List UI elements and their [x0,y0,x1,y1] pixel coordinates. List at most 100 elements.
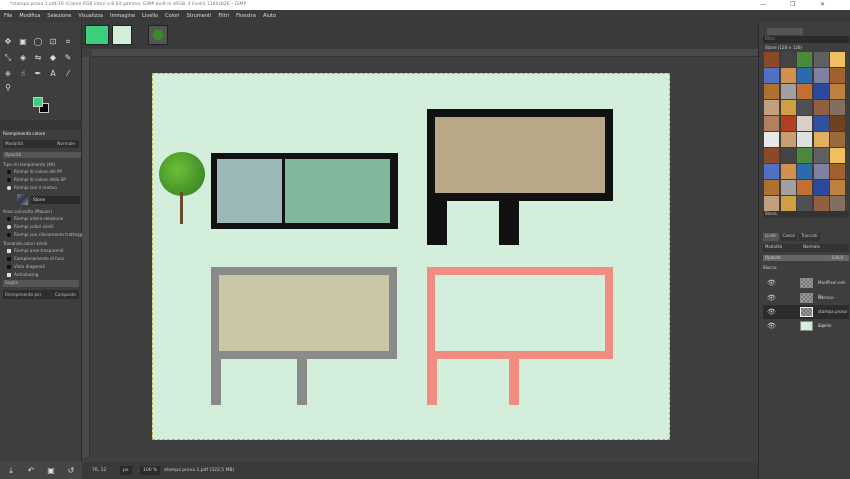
delete-icon[interactable]: ▣ [46,466,56,476]
pattern-swatch[interactable] [813,180,829,195]
pattern-swatch[interactable] [797,180,812,195]
pattern-swatch[interactable] [830,116,845,131]
pattern-swatch[interactable] [813,84,829,99]
pattern-swatch[interactable] [780,148,796,163]
image-canvas[interactable] [152,73,670,440]
text-tool-icon[interactable]: A [48,69,58,79]
rect-select-icon[interactable]: ▣ [18,37,28,47]
fill-transparent-checkbox[interactable]: Riempi aree trasparenti [7,248,64,253]
brush-tabs[interactable] [767,28,803,35]
menu-selezione[interactable]: Selezione [47,10,71,22]
antialiasing-checkbox[interactable]: Antialiasing [7,272,38,277]
pattern-swatch[interactable] [780,68,796,83]
pattern-swatch[interactable] [813,132,829,147]
layer-mode-select[interactable]: Modalità Normale [763,244,849,252]
pattern-swatch[interactable] [830,52,845,67]
tab-livelli[interactable]: Livelli [763,233,779,241]
move-tool-icon[interactable]: ✥ [3,37,13,47]
reset-icon[interactable]: ↺ [66,466,76,476]
restore-icon[interactable]: ↶ [26,466,36,476]
smudge-icon[interactable]: ☝ [18,69,28,79]
crop-icon[interactable]: ⌗ [63,37,73,47]
fill-by-select[interactable]: Riempimento per Composto [3,290,79,299]
layer-item[interactable]: 👁woman-1272061 [763,291,849,314]
lasso-icon[interactable]: ◯ [33,37,43,47]
pattern-swatch[interactable] [830,100,845,115]
zoom-select[interactable]: 100 % [140,466,161,475]
layer-item-selected[interactable]: 👁 stampa prova 1.p [763,305,849,328]
pattern-swatch[interactable] [780,100,796,115]
image-tab-2[interactable] [112,25,132,45]
pattern-swatch[interactable] [780,196,796,211]
pattern-swatch[interactable] [764,132,779,147]
pattern-swatch[interactable] [797,132,812,147]
pattern-swatch[interactable] [764,84,779,99]
menu-visualizza[interactable]: Visualizza [78,10,103,22]
transform-icon[interactable]: ⤡ [3,53,13,63]
menu-finestra[interactable]: Finestra [236,10,256,22]
threshold-slider[interactable]: Soglia [3,280,79,287]
menu-immagine[interactable]: Immagine [110,10,135,22]
layer-item[interactable]: 👁 Livello [763,319,849,333]
close-button[interactable]: ✕ [820,0,825,10]
save-preset-icon[interactable]: ⤓ [6,466,16,476]
bucket-fill-icon[interactable]: ◆ [48,53,58,63]
pattern-swatch[interactable] [830,164,845,179]
pattern-swatch[interactable] [797,100,812,115]
paintbrush-icon[interactable]: ✎ [63,53,73,63]
menu-aiuto[interactable]: Aiuto [263,10,276,22]
pattern-swatch[interactable] [830,132,845,147]
pattern-swatch[interactable] [813,68,829,83]
pattern-swatch[interactable] [764,148,779,163]
menu-livello[interactable]: Livello [142,10,158,22]
eye-icon[interactable]: 👁 [767,305,776,319]
pattern-swatch[interactable] [780,132,796,147]
menu-filtri[interactable]: Filtri [218,10,229,22]
pattern-swatch[interactable] [830,84,845,99]
pattern-swatch[interactable] [764,100,779,115]
pattern-swatch[interactable] [764,180,779,195]
foreground-color[interactable] [33,97,43,107]
fill-type-pattern[interactable]: Riempi con il motivo [7,185,57,190]
pattern-swatch[interactable] [797,68,812,83]
pattern-swatch[interactable] [780,116,796,131]
pattern-swatch[interactable] [797,116,812,131]
area-similar[interactable]: Riempi colori simili [7,224,54,229]
pattern-swatch[interactable] [830,180,845,195]
layer-opacity-slider[interactable]: Opacità 100,0 [763,255,849,261]
mode-select[interactable]: Modalità Normale [3,140,79,148]
pattern-swatch[interactable] [813,148,829,163]
pattern-preview[interactable] [17,194,28,205]
menu-modifica[interactable]: Modifica [19,10,40,22]
pattern-name[interactable]: Stone [31,196,80,204]
color-picker-icon[interactable]: ⁄ [63,69,73,79]
fill-type-bg[interactable]: Riempi di colore dello SP [7,177,66,182]
fuzzy-select-icon[interactable]: ⊡ [48,37,58,47]
pattern-swatch[interactable] [780,180,796,195]
ruler-vertical[interactable] [82,57,90,457]
pattern-swatch[interactable] [780,84,796,99]
pattern-swatch[interactable] [797,52,812,67]
pattern-swatch[interactable] [764,196,779,211]
eye-icon[interactable]: 👁 [767,291,776,305]
clone-icon[interactable]: ⎈ [3,69,13,79]
pattern-swatch[interactable] [764,52,779,67]
pattern-swatch[interactable] [797,196,812,211]
tab-tracciati[interactable]: Tracciati [798,233,820,241]
pattern-swatch[interactable] [813,196,829,211]
tab-canali[interactable]: Canali [780,233,797,241]
sample-merged-checkbox[interactable]: Campionamento di fuso [7,256,64,261]
pattern-swatch[interactable] [813,116,829,131]
pattern-filter-input[interactable]: Filtro [763,36,849,43]
layer-item[interactable]: 👁 ModPixel.net-Pn [763,276,849,299]
pattern-swatch[interactable] [797,84,812,99]
pattern-swatch[interactable] [813,164,829,179]
pattern-swatch[interactable] [813,52,829,67]
pattern-swatch[interactable] [764,68,779,83]
flip-icon[interactable]: ⇋ [33,53,43,63]
path-icon[interactable]: ✒ [33,69,43,79]
eye-icon[interactable]: 👁 [767,319,776,333]
pattern-swatch[interactable] [764,164,779,179]
ruler-horizontal[interactable] [92,49,758,57]
zoom-tool-icon[interactable]: ⚲ [3,83,13,93]
